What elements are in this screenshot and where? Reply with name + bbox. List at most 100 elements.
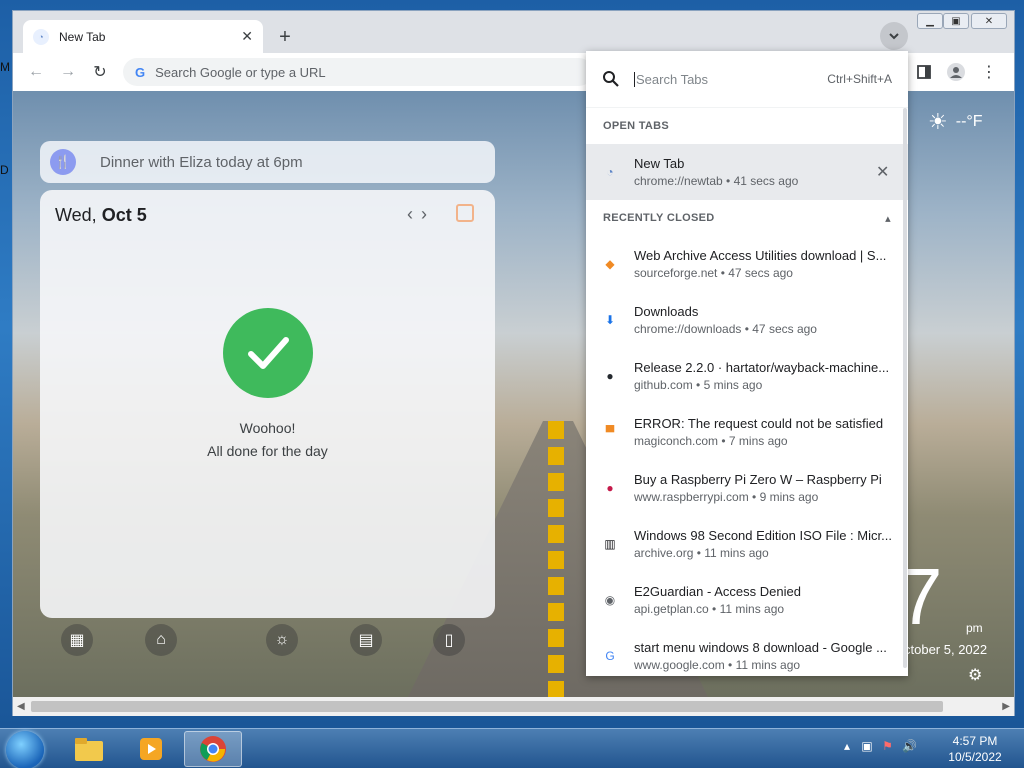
- brightness-icon[interactable]: ☼: [266, 624, 298, 656]
- tab-new-tab[interactable]: ◔ New Tab ✕: [23, 20, 263, 53]
- back-button[interactable]: ←: [26, 62, 46, 82]
- closed-tab-item[interactable]: G start menu windows 8 download - Google…: [586, 628, 908, 676]
- date-nav: ‹›: [407, 204, 435, 225]
- google-icon: G: [135, 64, 146, 80]
- search-icon: [603, 71, 619, 87]
- menu-button[interactable]: ⋮: [979, 62, 999, 82]
- explorer-taskbar-button[interactable]: [60, 731, 118, 767]
- taskbar-time: 4:57 PM: [952, 734, 998, 748]
- tab-search-button[interactable]: [880, 22, 908, 50]
- minimize-button[interactable]: ▁: [917, 13, 943, 29]
- desktop-icon-fragment: M: [0, 60, 10, 74]
- media-player-taskbar-button[interactable]: [122, 731, 180, 767]
- reminder-card[interactable]: 🍴 Dinner with Eliza today at 6pm: [40, 141, 495, 183]
- collapse-icon[interactable]: ▴: [885, 212, 891, 225]
- action-center-icon[interactable]: ⚑: [882, 739, 893, 753]
- show-hidden-icons-icon[interactable]: ▴: [844, 739, 850, 753]
- tab-strip: ◔ New Tab ✕ + ▁ ▣ ✕: [13, 11, 1014, 53]
- closed-tab-item[interactable]: ▀ ERROR: The request could not be satisf…: [586, 404, 908, 460]
- road-line: [548, 421, 564, 697]
- forward-button[interactable]: →: [58, 62, 78, 82]
- closed-tab-title: Buy a Raspberry Pi Zero W – Raspberry Pi: [634, 472, 882, 487]
- closed-tab-item[interactable]: ▥ Windows 98 Second Edition ISO File : M…: [586, 516, 908, 572]
- tab-search-bar[interactable]: Search Tabs Ctrl+Shift+A: [586, 51, 908, 108]
- weather-widget[interactable]: ☀ --°F: [928, 109, 983, 135]
- close-tab-icon[interactable]: ✕: [241, 28, 253, 45]
- popup-scrollbar[interactable]: [903, 108, 907, 668]
- closed-tab-subtitle: chrome://downloads • 47 secs ago: [634, 322, 817, 336]
- utensils-icon: 🍴: [50, 149, 76, 175]
- temperature: --°F: [955, 113, 983, 130]
- google-icon: G: [605, 649, 615, 663]
- closed-tab-title: Web Archive Access Utilities download | …: [634, 248, 887, 263]
- closed-tab-subtitle: api.getplan.co • 11 mins ago: [634, 602, 785, 616]
- reminder-text: Dinner with Eliza today at 6pm: [100, 153, 303, 171]
- tab-search-input[interactable]: Search Tabs: [634, 71, 827, 87]
- closed-tab-title: ERROR: The request could not be satisfie…: [634, 416, 884, 431]
- calendar-dock-icon[interactable]: ▤: [350, 624, 382, 656]
- github-icon: ●: [606, 369, 614, 383]
- grid-icon[interactable]: ▦: [61, 624, 93, 656]
- chevron-left-icon[interactable]: ‹: [407, 204, 421, 224]
- volume-icon[interactable]: 🔊: [902, 739, 917, 753]
- chrome-icon: [200, 736, 226, 762]
- close-window-button[interactable]: ✕: [971, 13, 1007, 29]
- profile-button[interactable]: [946, 62, 966, 82]
- recently-closed-header[interactable]: RECENTLY CLOSED ▴: [586, 200, 908, 236]
- network-icon[interactable]: ▣: [861, 739, 872, 753]
- tasks-card: Wed, Oct 5 ‹› Woohoo! All done for the d…: [40, 190, 495, 618]
- open-tab-title: New Tab: [634, 156, 685, 171]
- open-tab-item[interactable]: ◔ New Tab chrome://newtab • 41 secs ago …: [586, 144, 908, 200]
- taskbar: ▴ ▣ ⚑ 🔊 4:57 PM 10/5/2022: [0, 728, 1024, 768]
- closed-tab-title: E2Guardian - Access Denied: [634, 584, 801, 599]
- recently-closed-label: RECENTLY CLOSED: [603, 212, 715, 224]
- tab-search-popup: Search Tabs Ctrl+Shift+A OPEN TABS ◔ New…: [586, 51, 908, 676]
- tasks-weekday: Wed,: [55, 205, 97, 225]
- closed-tab-subtitle: archive.org • 11 mins ago: [634, 546, 769, 560]
- woohoo-text: Woohoo!: [239, 420, 296, 436]
- open-tab-subtitle: chrome://newtab • 41 secs ago: [634, 174, 799, 188]
- file-icon[interactable]: ▯: [433, 624, 465, 656]
- clock-date: ctober 5, 2022: [904, 642, 988, 657]
- avatar-icon: [947, 63, 965, 81]
- closed-tab-item[interactable]: ⬇ Downloads chrome://downloads • 47 secs …: [586, 292, 908, 348]
- kebab-menu-icon: ⋮: [981, 64, 997, 81]
- taskbar-clock[interactable]: 4:57 PM 10/5/2022: [940, 733, 1010, 765]
- home-icon[interactable]: ⌂: [145, 624, 177, 656]
- closed-tab-item[interactable]: ● Release 2.2.0 · hartator/wayback-machi…: [586, 348, 908, 404]
- horizontal-scrollbar[interactable]: ◀ ▶: [13, 697, 1014, 716]
- side-panel-button[interactable]: [914, 62, 934, 82]
- scroll-left-icon[interactable]: ◀: [17, 701, 25, 712]
- download-icon: ⬇: [604, 313, 616, 327]
- desktop-icon-fragment: D: [0, 163, 9, 177]
- chevron-right-icon[interactable]: ›: [421, 204, 435, 224]
- start-button[interactable]: [6, 731, 44, 768]
- sun-icon: ☀: [928, 109, 948, 134]
- clock-ampm: pm: [966, 621, 983, 635]
- chevron-down-icon: [889, 33, 899, 40]
- closed-tab-item[interactable]: ● Buy a Raspberry Pi Zero W – Raspberry …: [586, 460, 908, 516]
- address-placeholder: Search Google or type a URL: [155, 64, 326, 80]
- closed-tab-item[interactable]: ◉ E2Guardian - Access Denied api.getplan.…: [586, 572, 908, 628]
- address-bar[interactable]: G Search Google or type a URL: [123, 58, 593, 86]
- newtab-icon: ◔: [33, 28, 49, 45]
- closed-tab-subtitle: magiconch.com • 7 mins ago: [634, 434, 788, 448]
- sliders-icon[interactable]: ⚙: [968, 665, 982, 685]
- scrollbar-thumb[interactable]: [31, 701, 943, 712]
- invader-icon: ▀: [605, 425, 615, 439]
- closed-tab-item[interactable]: ◆ Web Archive Access Utilities download …: [586, 236, 908, 292]
- closed-tab-title: Windows 98 Second Edition ISO File : Mic…: [634, 528, 892, 543]
- reload-button[interactable]: ↻: [90, 62, 110, 82]
- close-icon[interactable]: ✕: [876, 162, 892, 182]
- closed-tab-title: Release 2.2.0 · hartator/wayback-machine…: [634, 360, 890, 375]
- checkmark-icon: [223, 308, 313, 398]
- tasks-day: Oct 5: [101, 205, 147, 225]
- scroll-right-icon[interactable]: ▶: [1002, 701, 1010, 712]
- new-tab-button[interactable]: +: [273, 25, 297, 49]
- side-panel-icon: [917, 65, 931, 79]
- folder-icon: [75, 738, 103, 761]
- chrome-taskbar-button[interactable]: [184, 731, 242, 767]
- calendar-icon[interactable]: [456, 204, 474, 222]
- system-tray: ▴ ▣ ⚑ 🔊: [844, 739, 917, 753]
- restore-button[interactable]: ▣: [943, 13, 969, 29]
